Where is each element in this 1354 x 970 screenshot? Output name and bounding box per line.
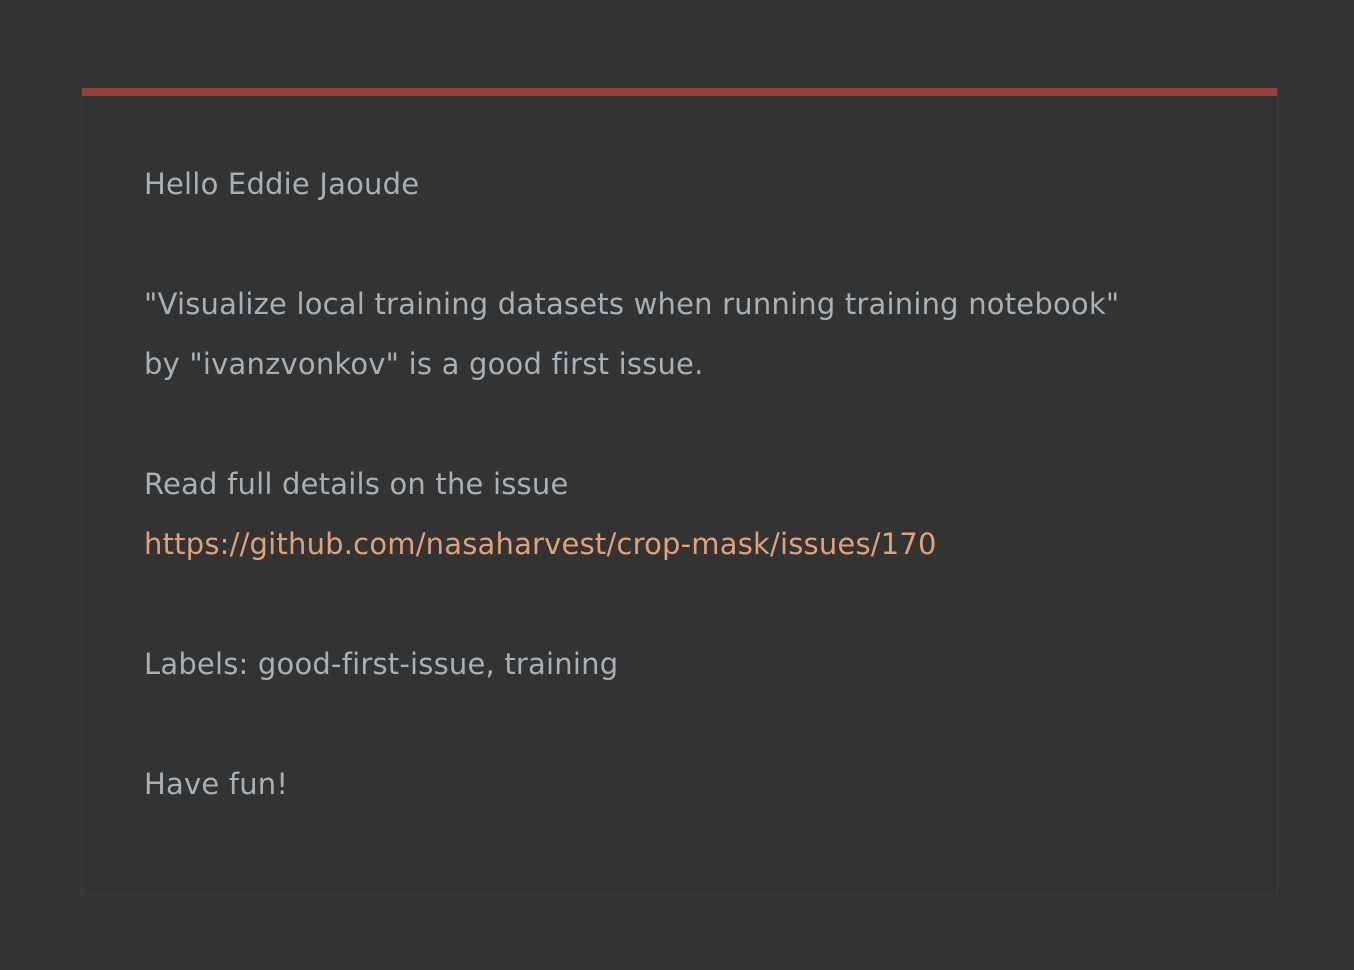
email-body: Hello Eddie Jaoude "Visualize local trai…	[144, 154, 1244, 814]
greeting: Hello Eddie Jaoude	[144, 167, 420, 201]
accent-bar	[82, 88, 1277, 96]
email-card: Hello Eddie Jaoude "Visualize local trai…	[81, 88, 1278, 895]
issue-title-line: "Visualize local training datasets when …	[144, 287, 1120, 321]
issue-details: Read full details on the issue https://g…	[144, 454, 1244, 574]
issue-summary: "Visualize local training datasets when …	[144, 274, 1244, 394]
details-label: Read full details on the issue	[144, 467, 569, 501]
closing-line: Have fun!	[144, 767, 289, 801]
issue-link[interactable]: https://github.com/nasaharvest/crop-mask…	[144, 514, 1244, 574]
issue-author-line: by "ivanzvonkov" is a good first issue.	[144, 347, 704, 381]
labels-line: Labels: good-first-issue, training	[144, 647, 619, 681]
